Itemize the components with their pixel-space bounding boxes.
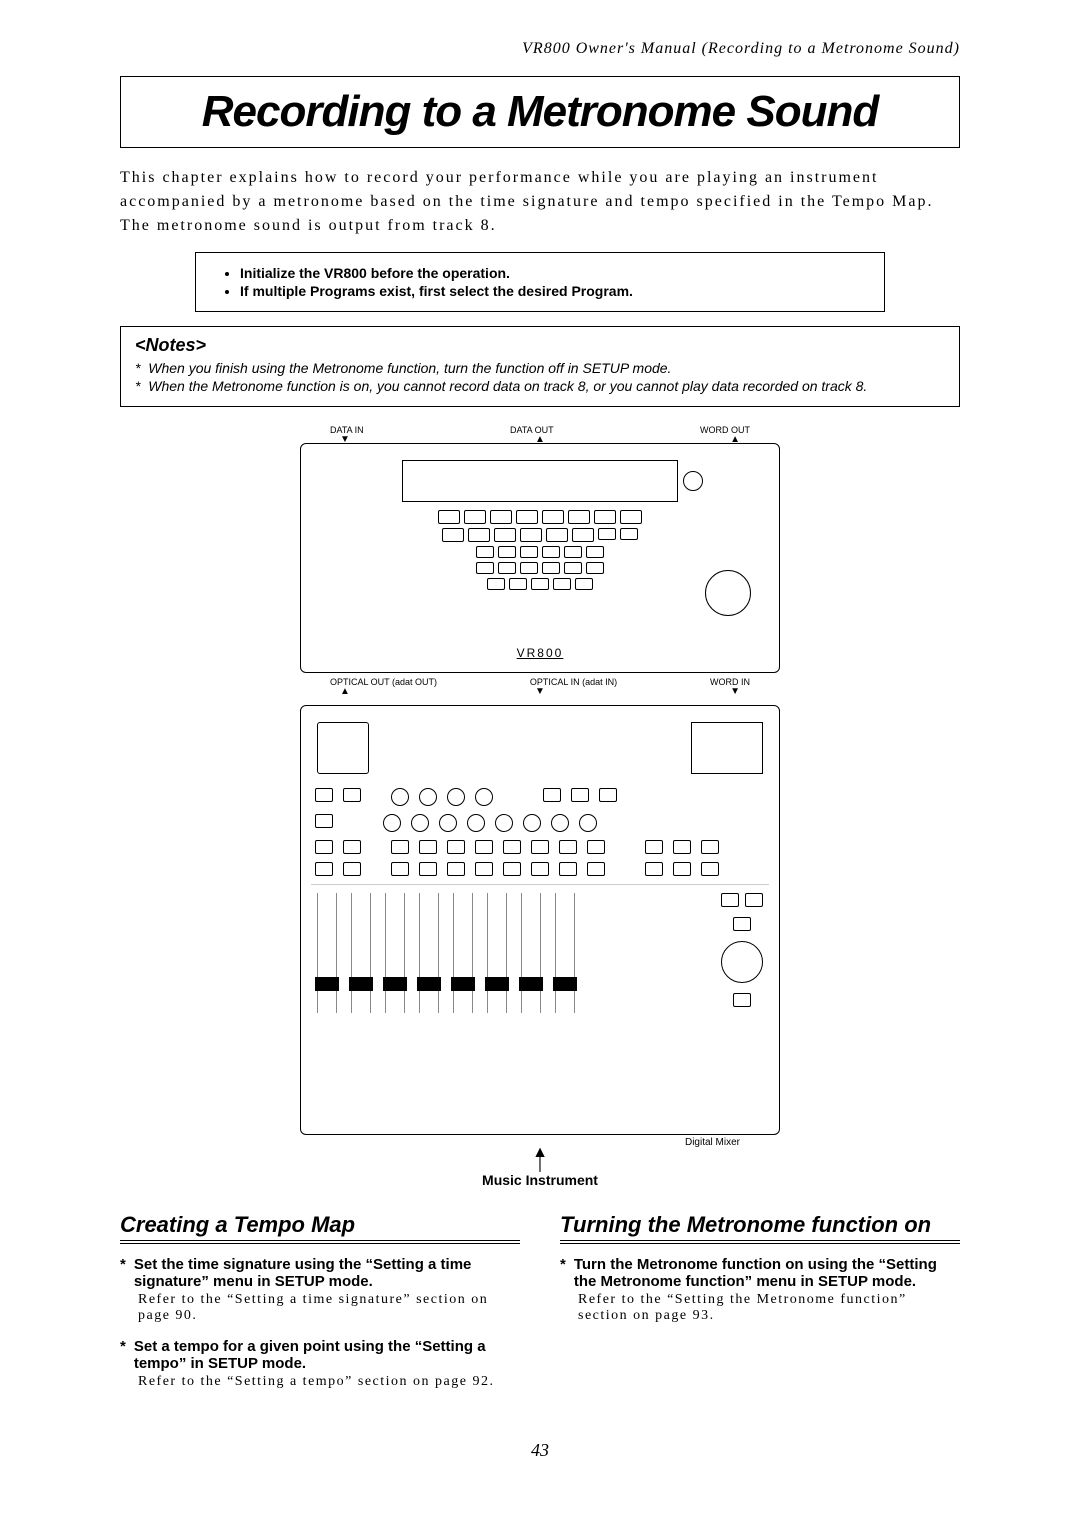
fader-icon (385, 893, 405, 1013)
step-head: Turn the Metronome function on using the… (574, 1256, 960, 1290)
step-head: Set the time signature using the “Settin… (134, 1256, 520, 1290)
recorder-unit: VR800 (300, 443, 780, 673)
fader-icon (419, 893, 439, 1013)
master-knob-icon (721, 941, 763, 983)
notes-heading: <Notes> (135, 335, 945, 356)
fader-icon (351, 893, 371, 1013)
fader-icon (453, 893, 473, 1013)
up-arrow-icon: ▲│ (300, 1148, 780, 1168)
intro-paragraph: This chapter explains how to record your… (120, 166, 960, 238)
step: *Turn the Metronome function on using th… (560, 1256, 960, 1324)
side-controls (721, 893, 763, 1013)
note-text: When you finish using the Metronome func… (148, 360, 671, 376)
button-grid (380, 510, 701, 590)
device-diagram: DATA IN DATA OUT WORD OUT ▼▲▲ VR800 OPTI… (300, 425, 780, 1188)
step-body: Refer to the “Setting the Metronome func… (578, 1292, 960, 1324)
fader-icon (317, 893, 337, 1013)
manual-page: VR800 Owner's Manual (Recording to a Met… (60, 0, 1020, 1521)
port-label-word-out: WORD OUT (700, 425, 750, 435)
notes-box: <Notes> * When you finish using the Metr… (120, 326, 960, 407)
fader-icon (487, 893, 507, 1013)
step-body: Refer to the “Setting a time signature” … (138, 1292, 520, 1324)
running-head: VR800 Owner's Manual (Recording to a Met… (120, 40, 960, 58)
mixer-lcd (317, 722, 369, 774)
page-title: Recording to a Metronome Sound (141, 87, 939, 137)
mixer-unit (300, 705, 780, 1135)
section-heading: Creating a Tempo Map (120, 1212, 520, 1244)
content-columns: Creating a Tempo Map *Set the time signa… (120, 1212, 960, 1404)
note-line: * When the Metronome function is on, you… (135, 378, 945, 394)
note-text: When the Metronome function is on, you c… (148, 378, 867, 394)
port-label-data-out: DATA OUT (510, 425, 554, 435)
fader-icon (555, 893, 575, 1013)
init-item: Initialize the VR800 before the operatio… (240, 265, 860, 281)
right-column: Turning the Metronome function on *Turn … (560, 1212, 960, 1404)
page-number: 43 (120, 1440, 960, 1461)
fader-area (311, 884, 769, 1021)
init-box: Initialize the VR800 before the operatio… (195, 252, 885, 312)
section-heading: Turning the Metronome function on (560, 1212, 960, 1244)
music-instrument-label: Music Instrument (300, 1172, 780, 1188)
step: *Set the time signature using the “Setti… (120, 1256, 520, 1324)
meter-icon (691, 722, 763, 774)
fader-icon (521, 893, 541, 1013)
note-line: * When you finish using the Metronome fu… (135, 360, 945, 376)
jog-wheel-icon (705, 570, 751, 616)
title-box: Recording to a Metronome Sound (120, 76, 960, 148)
init-item: If multiple Programs exist, first select… (240, 283, 860, 299)
step-body: Refer to the “Setting a tempo” section o… (138, 1374, 520, 1390)
left-column: Creating a Tempo Map *Set the time signa… (120, 1212, 520, 1404)
brand-label: VR800 (301, 646, 779, 660)
arrow-row: ▲▼▼ (300, 689, 780, 695)
recorder-lcd (402, 460, 679, 502)
step-head: Set a tempo for a given point using the … (134, 1338, 520, 1372)
step: *Set a tempo for a given point using the… (120, 1338, 520, 1390)
